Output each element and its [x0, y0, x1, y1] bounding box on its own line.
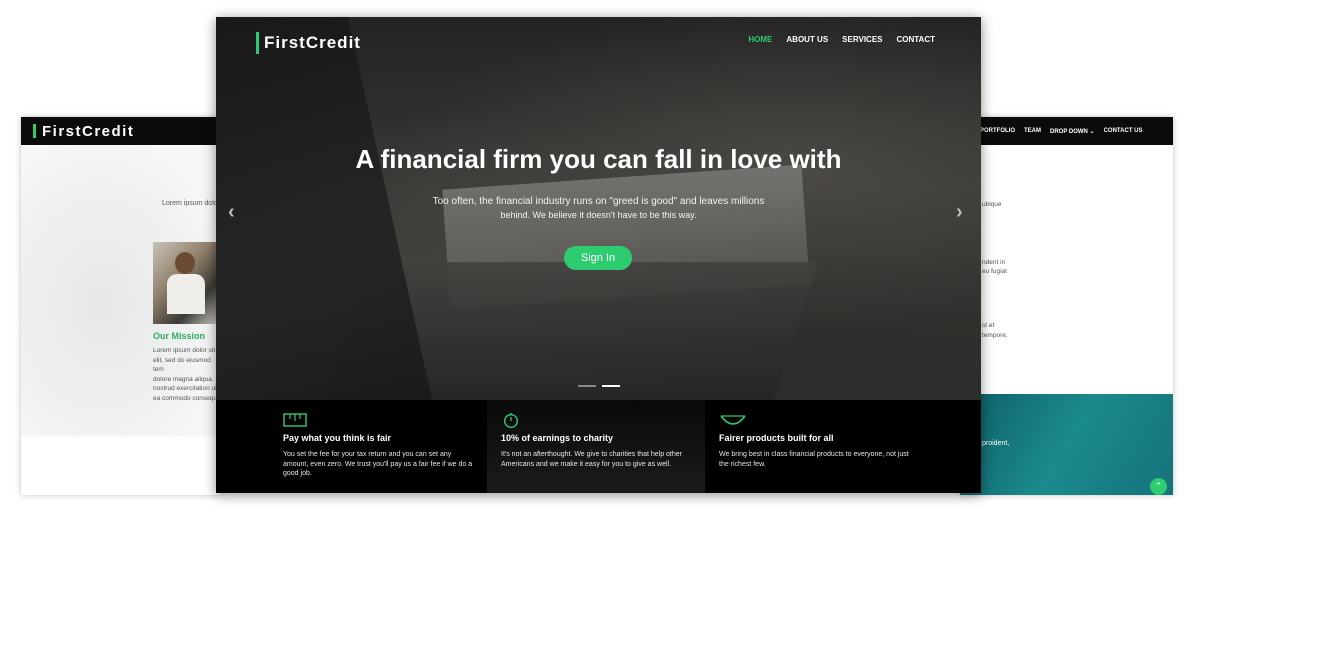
nav-about-us[interactable]: ABOUT US [786, 35, 828, 44]
feature-title: Pay what you think is fair [283, 433, 392, 443]
nav-portfolio[interactable]: PORTFOLIO [980, 128, 1015, 134]
teal-section-text: proident, [982, 440, 1010, 447]
nav-team[interactable]: TEAM [1024, 128, 1041, 134]
feature-text: We bring best in class financial product… [719, 451, 909, 468]
carousel-indicators [578, 385, 620, 387]
feature-card: 10% of earnings to charity It's not an a… [487, 400, 705, 493]
features-spacer [216, 400, 269, 493]
hero-overlay [216, 17, 981, 400]
nav-contact[interactable]: CONTACT [896, 35, 935, 44]
carousel-next-arrow-icon[interactable]: › [956, 201, 963, 224]
photo-person-body [167, 274, 205, 314]
carousel-dot-active[interactable] [602, 385, 620, 387]
main-nav-links: HOME ABOUT US SERVICES CONTACT [748, 35, 935, 44]
right-mockup-nav: PORTFOLIO TEAM DROP DOWN ⌄ CONTACT US [960, 117, 1173, 145]
left-mockup: FirstCredit Lorem ipsum dolo Our Mission… [21, 117, 221, 495]
logo-accent-bar [256, 32, 259, 54]
feature-title: Fairer products built for all [719, 433, 834, 443]
left-mockup-header: FirstCredit [21, 117, 221, 145]
hero-background [216, 17, 981, 400]
right-text-2: ndent in [982, 259, 1006, 266]
main-logo[interactable]: FirstCredit [256, 32, 361, 54]
mission-text: Lorem ipsum dolor sit a elit, sed do eiu… [153, 347, 221, 402]
main-navbar: FirstCredit HOME ABOUT US SERVICES CONTA… [216, 17, 981, 63]
stopwatch-icon [501, 412, 691, 429]
chevron-up-icon: ⌃ [1154, 481, 1163, 491]
main-mockup: FirstCredit HOME ABOUT US SERVICES CONTA… [216, 17, 981, 493]
sign-in-button[interactable]: Sign In [564, 246, 632, 270]
main-logo-text: FirstCredit [264, 33, 361, 52]
nav-home[interactable]: HOME [748, 35, 772, 44]
nav-services[interactable]: SERVICES [842, 35, 882, 44]
teal-section: proident, [960, 394, 1173, 495]
carousel-prev-arrow-icon[interactable]: ‹ [228, 201, 235, 224]
carousel-dot[interactable] [578, 385, 596, 387]
right-mockup: PORTFOLIO TEAM DROP DOWN ⌄ CONTACT US ub… [960, 117, 1173, 495]
nav-contact-us[interactable]: CONTACT US [1104, 128, 1143, 134]
feature-title: 10% of earnings to charity [501, 433, 614, 443]
left-mockup-lorem: Lorem ipsum dolo [162, 200, 218, 207]
right-text-1: ubique [982, 201, 1002, 208]
mission-photo [153, 242, 221, 324]
right-text-5: tempore, [982, 332, 1008, 339]
feature-text: It's not an afterthought. We give to cha… [501, 451, 682, 468]
feature-card: Fairer products built for all We bring b… [705, 400, 923, 493]
left-mockup-logo[interactable]: FirstCredit [42, 123, 134, 140]
showcase-stage: FirstCredit Lorem ipsum dolo Our Mission… [0, 0, 1343, 647]
ruler-icon [283, 412, 473, 428]
photo-person-head [175, 252, 195, 274]
hero-headline: A financial firm you can fall in love wi… [355, 144, 842, 174]
left-mockup-footer-area [21, 437, 221, 495]
mission-title: Our Mission [153, 331, 206, 341]
right-text-4: st et [982, 322, 995, 329]
heart-icon [719, 412, 909, 428]
logo-accent-bar [33, 124, 36, 138]
nav-drop-down[interactable]: DROP DOWN ⌄ [1050, 128, 1095, 135]
hero-subtitle-line-1: Too often, the financial industry runs o… [432, 196, 765, 207]
right-text-3: eu fugiat [982, 268, 1007, 275]
hero-subtitle-line-2: behind. We believe it doesn't have to be… [500, 210, 697, 220]
feature-text: You set the fee for your tax return and … [283, 451, 473, 477]
feature-card: Pay what you think is fair You set the f… [269, 400, 487, 493]
scroll-top-button[interactable]: ⌃ [1150, 478, 1167, 495]
features-strip: Pay what you think is fair You set the f… [216, 400, 981, 493]
